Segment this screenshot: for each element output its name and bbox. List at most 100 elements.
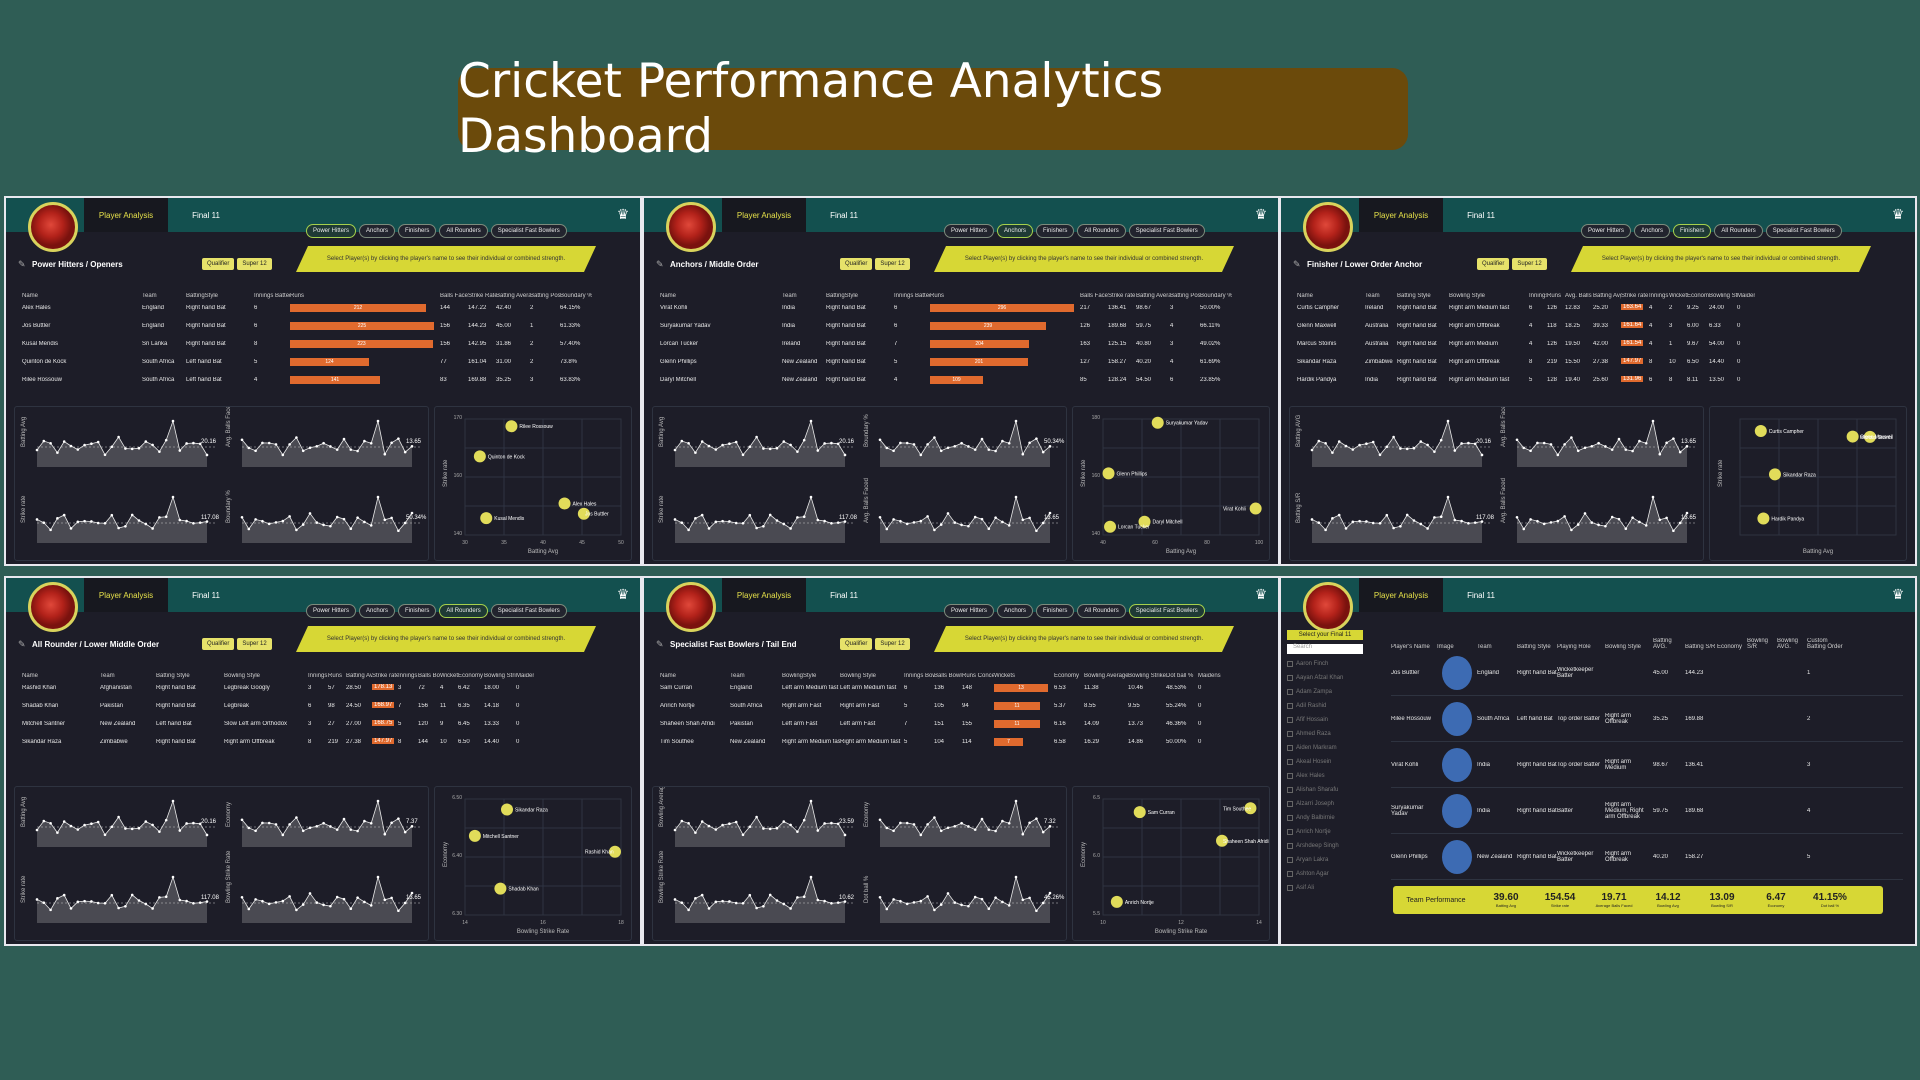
tab-player-analysis[interactable]: Player Analysis [1359, 198, 1443, 232]
column-header[interactable]: Batting Average [496, 293, 530, 299]
column-header[interactable]: Team [1477, 644, 1517, 650]
player-checkbox-item[interactable]: Adam Zampa [1287, 685, 1363, 699]
column-header[interactable]: Innings Bowled [398, 673, 418, 679]
column-header[interactable]: Strike Rate [468, 293, 496, 299]
table-row[interactable]: Alex Hales England Right hand Bat 6 212 144 14… [22, 299, 628, 317]
table-row[interactable]: Virat Kohli India Right hand Bat Top order … [1391, 742, 1903, 788]
tab-all-rounders[interactable]: All Rounders [1714, 224, 1763, 238]
table-row[interactable]: Daryl Mitchell New Zealand Right hand Bat 4… [660, 371, 1266, 389]
table-row[interactable]: Kusal Mendis Sri Lanka Right hand Bat 8 223 1… [22, 335, 628, 353]
player-checkbox-item[interactable]: Aaron Finch [1287, 657, 1363, 671]
column-header[interactable]: Batting Position [530, 293, 560, 299]
tab-finishers[interactable]: Finishers [398, 224, 437, 238]
tab-all-rounders[interactable]: All Rounders [439, 604, 488, 618]
table-row[interactable]: Glenn Phillips New Zealand Right hand Bat 5… [660, 353, 1266, 371]
checkbox-icon[interactable] [1287, 857, 1293, 863]
checkbox-icon[interactable] [1287, 731, 1293, 737]
column-header[interactable]: Innings Batted [254, 293, 290, 299]
column-header[interactable]: Boundary % [1200, 293, 1232, 299]
checkbox-icon[interactable] [1287, 871, 1293, 877]
table-row[interactable]: Shadab Khan Pakistan Right hand Bat Legbrea… [22, 697, 628, 715]
tab-all-rounders[interactable]: All Rounders [439, 224, 488, 238]
checkbox-icon[interactable] [1287, 787, 1293, 793]
column-header[interactable]: Playing Role [1557, 644, 1605, 650]
column-header[interactable]: Batting Avg [346, 673, 372, 679]
qualifier-button[interactable]: Qualifier [840, 638, 873, 650]
checkbox-icon[interactable] [1287, 801, 1293, 807]
tab-anchors[interactable]: Anchors [997, 224, 1034, 238]
column-header[interactable]: Innings Batted [894, 293, 930, 299]
super-12-button[interactable]: Super 12 [237, 258, 272, 270]
table-row[interactable]: Quinton de Kock South Africa Left hand Bat… [22, 353, 628, 371]
table-row[interactable]: Sam Curran England Left arm Medium fast Lef… [660, 679, 1266, 697]
checkbox-icon[interactable] [1287, 675, 1293, 681]
tab-power-hitters[interactable]: Power Hitters [1581, 224, 1632, 238]
tab-finishers[interactable]: Finishers [398, 604, 437, 618]
tab-player-analysis[interactable]: Player Analysis [722, 578, 806, 612]
column-header[interactable]: Bowling Style [224, 673, 308, 679]
checkbox-icon[interactable] [1287, 829, 1293, 835]
tab-anchors[interactable]: Anchors [359, 224, 396, 238]
player-checkbox-item[interactable]: Arshdeep Singh [1287, 839, 1363, 853]
tab-final-11[interactable]: Final 11 [176, 198, 236, 232]
qualifier-button[interactable]: Qualifier [202, 258, 235, 270]
column-header[interactable]: Economy [1687, 293, 1709, 299]
checkbox-icon[interactable] [1287, 843, 1293, 849]
column-header[interactable]: Maidens [1737, 293, 1755, 299]
column-header[interactable]: Balls Faced [440, 293, 468, 299]
column-header[interactable]: Bowling Average [1084, 673, 1128, 679]
column-header[interactable]: Maidens [1198, 673, 1222, 679]
column-header[interactable]: Batting Style [156, 673, 224, 679]
table-row[interactable]: Rashid Khan Afghanistan Right hand Bat Legb… [22, 679, 628, 697]
tab-all-rounders[interactable]: All Rounders [1077, 604, 1126, 618]
tab-anchors[interactable]: Anchors [359, 604, 396, 618]
column-header[interactable]: Avg. Balls Faced [1565, 293, 1593, 299]
tab-power-hitters[interactable]: Power Hitters [944, 604, 995, 618]
tab-final-11[interactable]: Final 11 [814, 578, 874, 612]
tab-power-hitters[interactable]: Power Hitters [306, 604, 357, 618]
column-header[interactable]: Runs [930, 293, 1080, 299]
super-12-button[interactable]: Super 12 [875, 638, 910, 650]
checkbox-icon[interactable] [1287, 689, 1293, 695]
tab-final-11[interactable]: Final 11 [1451, 198, 1511, 232]
table-row[interactable]: Hardik Pandya India Right hand Bat Right ar… [1297, 371, 1903, 389]
column-header[interactable]: Innings Batting [1529, 293, 1547, 299]
column-header[interactable]: Name [1297, 293, 1365, 299]
search-input[interactable]: Search [1287, 644, 1363, 654]
column-header[interactable]: Dot ball % [1166, 673, 1198, 679]
column-header[interactable]: Wickets [440, 673, 458, 679]
checkbox-icon[interactable] [1287, 717, 1293, 723]
column-header[interactable]: Image [1437, 644, 1477, 650]
player-checkbox-item[interactable]: Ahmed Raza [1287, 727, 1363, 741]
player-checkbox-item[interactable]: Aryan Lakra [1287, 853, 1363, 867]
tab-final-11[interactable]: Final 11 [1451, 578, 1511, 612]
column-header[interactable]: Team [782, 293, 826, 299]
column-header[interactable]: Strike rate [372, 673, 398, 679]
table-row[interactable]: Lorcan Tucker Ireland Right hand Bat 7 204 16… [660, 335, 1266, 353]
column-header[interactable]: Batting Style [1517, 644, 1557, 650]
tab-player-analysis[interactable]: Player Analysis [84, 578, 168, 612]
table-row[interactable]: Suryakumar Yadav India Right hand Bat Batte… [1391, 788, 1903, 834]
column-header[interactable]: Wickets [1669, 293, 1687, 299]
super-12-button[interactable]: Super 12 [875, 258, 910, 270]
column-header[interactable]: Strike rate [1108, 293, 1136, 299]
column-header[interactable]: Bowling AVG. [1777, 638, 1807, 650]
tab-finishers[interactable]: Finishers [1036, 224, 1075, 238]
column-header[interactable]: Runs [1547, 293, 1565, 299]
checkbox-icon[interactable] [1287, 703, 1293, 709]
tab-specialist-fast-bowlers[interactable]: Specialist Fast Bowlers [1128, 604, 1205, 618]
column-header[interactable]: Innings Bowled [904, 673, 934, 679]
column-header[interactable]: Strike rate [1621, 293, 1649, 299]
column-header[interactable]: Bowling Strike Rate [1128, 673, 1166, 679]
column-header[interactable]: Name [660, 673, 730, 679]
column-header[interactable]: Name [22, 673, 100, 679]
table-row[interactable]: Mitchell Santner New Zealand Left hand Bat… [22, 715, 628, 733]
player-checkbox-item[interactable]: Alex Hales [1287, 769, 1363, 783]
super-12-button[interactable]: Super 12 [1512, 258, 1547, 270]
table-row[interactable]: Glenn Phillips New Zealand Right hand Bat W… [1391, 834, 1903, 880]
player-checkbox-item[interactable]: Alishan Sharafu [1287, 783, 1363, 797]
tab-anchors[interactable]: Anchors [1634, 224, 1671, 238]
column-header[interactable]: Name [660, 293, 782, 299]
player-checkbox-item[interactable]: Adil Rashid [1287, 699, 1363, 713]
column-header[interactable]: Balls Bowled [934, 673, 962, 679]
